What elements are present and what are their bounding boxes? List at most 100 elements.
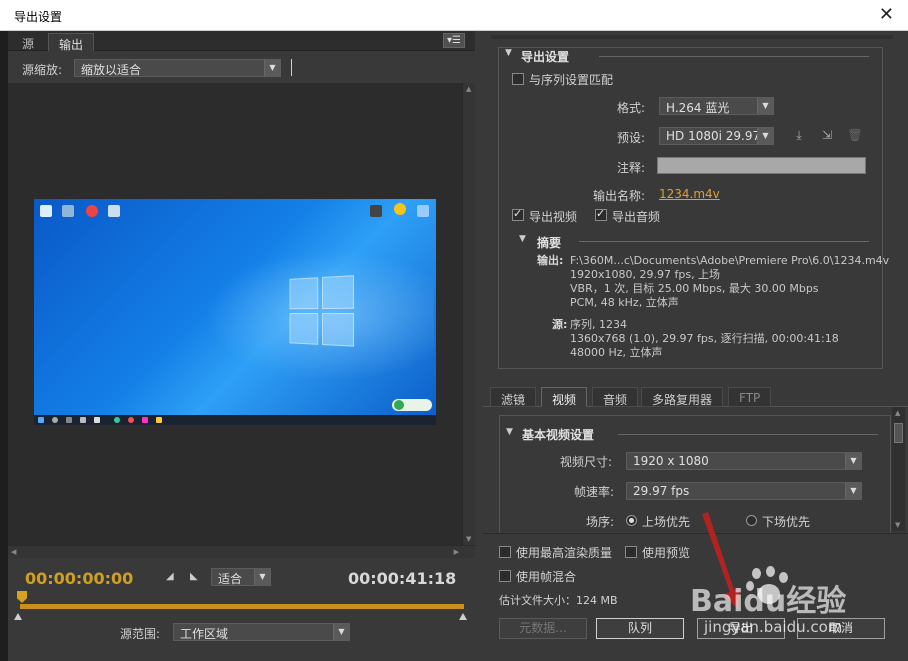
search-icon — [52, 417, 58, 423]
tray-widget — [392, 399, 432, 411]
summary-output-line: PCM, 48 kHz, 立体声 — [570, 296, 679, 309]
preset-label: 预设: — [617, 131, 646, 145]
close-icon[interactable]: ✕ — [879, 4, 894, 25]
comment-input[interactable] — [657, 157, 866, 174]
settings-tabs: 滤镜 视频 音频 多路复用器 FTP — [483, 385, 908, 407]
export-video-label: 导出视频 — [529, 210, 578, 224]
summary-source-line: 1360x768 (1.0), 29.97 fps, 逐行扫描, 00:00:4… — [570, 332, 839, 345]
chevron-down-icon: ▼ — [264, 60, 280, 76]
collapse-icon[interactable]: ▼ — [505, 48, 512, 58]
tab-source[interactable]: 源 — [12, 33, 44, 51]
settings-scrollbar[interactable]: ▲ ▼ — [892, 407, 905, 531]
upper-field-first-label: 上场优先 — [642, 515, 691, 529]
lower-field-first-radio[interactable] — [746, 515, 757, 526]
preview-panel: 源 输出 ▾☰ 源缩放: 缩放以适合 ▼ ▲ ▼ ◀ ▶ 00:00:00:00… — [8, 31, 475, 661]
field-order-label: 场序: — [586, 515, 615, 529]
queue-button[interactable]: 队列 — [596, 618, 684, 639]
summary-title: 摘要 — [537, 236, 562, 250]
baidu-url-text: jingyan.baidu.com — [704, 618, 843, 636]
export-audio-checkbox[interactable] — [595, 207, 607, 221]
scrollbar-thumb[interactable] — [894, 423, 903, 443]
frame-rate-label: 帧速率: — [574, 485, 615, 499]
preset-value: HD 1080i 29.97 — [666, 129, 761, 143]
desktop-icon — [40, 205, 52, 217]
chevron-down-icon: ▼ — [845, 453, 861, 469]
tab-multiplexer[interactable]: 多路复用器 — [641, 387, 724, 407]
tab-audio[interactable]: 音频 — [592, 387, 639, 407]
set-in-point-icon[interactable]: ◢ — [166, 571, 177, 582]
output-name-link[interactable]: 1234.m4v — [659, 187, 720, 201]
window-title: 导出设置 — [14, 10, 63, 24]
delete-preset-icon[interactable]: 🗑 — [847, 128, 863, 142]
format-select[interactable]: H.264 蓝光 ▼ — [659, 97, 774, 115]
app-icon — [142, 417, 148, 423]
max-render-quality-checkbox[interactable] — [499, 546, 511, 558]
browser-icon — [128, 417, 134, 423]
desktop-icon — [108, 205, 120, 217]
windows-logo-icon — [289, 275, 359, 351]
desktop-icon — [370, 205, 382, 217]
source-range-select[interactable]: 工作区域 ▼ — [173, 623, 350, 641]
estimated-file-size: 估计文件大小：124 MB — [499, 594, 618, 607]
export-video-checkbox[interactable] — [512, 207, 524, 221]
tab-ftp[interactable]: FTP — [728, 387, 772, 407]
fit-value: 适合 — [218, 572, 243, 586]
folder-icon — [156, 417, 162, 423]
tab-video[interactable]: 视频 — [541, 387, 588, 407]
panel-menu-icon[interactable]: ▾☰ — [443, 33, 465, 48]
timecode-current[interactable]: 00:00:00:00 — [25, 569, 133, 588]
chevron-down-icon: ▼ — [333, 624, 349, 640]
match-sequence-label: 与序列设置匹配 — [529, 73, 614, 87]
tab-filters[interactable]: 滤镜 — [490, 387, 537, 407]
browser-icon — [86, 205, 98, 217]
frame-blending-checkbox[interactable] — [499, 570, 511, 582]
baidu-brand-text: Baidu经验 — [690, 584, 847, 619]
format-label: 格式: — [617, 101, 646, 115]
metadata-button[interactable]: 元数据... — [499, 618, 587, 639]
frame-size-select[interactable]: 1920 x 1080 ▼ — [626, 452, 862, 470]
format-value: H.264 蓝光 — [666, 101, 730, 115]
preview-horizontal-scrollbar[interactable]: ◀ ▶ — [8, 545, 475, 558]
video-preview-area — [8, 83, 462, 545]
export-settings-group: ▼ 导出设置 与序列设置匹配 格式: H.264 蓝光 ▼ 预设: HD 108… — [498, 47, 889, 369]
tab-output[interactable]: 输出 — [48, 33, 95, 52]
use-previews-checkbox[interactable] — [625, 546, 637, 558]
summary-output-line: 1920x1080, 29.97 fps, 上场 — [570, 268, 721, 281]
taskview-icon — [66, 417, 72, 423]
taskbar — [34, 415, 436, 425]
source-scale-select[interactable]: 缩放以适合 ▼ — [74, 59, 281, 77]
summary-source-line: 48000 Hz, 立体声 — [570, 346, 663, 359]
out-point-marker[interactable] — [459, 613, 467, 620]
app-icon — [94, 417, 100, 423]
playhead[interactable] — [17, 591, 27, 603]
set-out-point-icon[interactable]: ◣ — [190, 571, 201, 582]
preview-vertical-scrollbar[interactable]: ▲ ▼ — [462, 83, 475, 545]
top-scroll-strip — [491, 35, 893, 39]
frame-rate-select[interactable]: 29.97 fps ▼ — [626, 482, 862, 500]
chevron-down-icon: ▼ — [845, 483, 861, 499]
collapse-icon[interactable]: ▼ — [506, 427, 513, 437]
collapse-icon[interactable]: ▼ — [519, 234, 526, 244]
frame-size-label: 视频尺寸: — [560, 455, 613, 469]
preset-select[interactable]: HD 1080i 29.97 ▼ — [659, 127, 774, 145]
upper-field-first-radio[interactable] — [626, 515, 637, 526]
source-range-value: 工作区域 — [180, 627, 229, 641]
chevron-down-icon: ▼ — [254, 569, 270, 585]
timecode-duration: 00:00:41:18 — [348, 569, 457, 588]
import-preset-icon[interactable]: ⇲ — [819, 128, 835, 142]
chevron-down-icon: ▼ — [757, 98, 773, 114]
video-frame-thumbnail — [34, 199, 436, 425]
desktop-icon — [394, 203, 406, 215]
summary-output-label: 输出: — [537, 254, 564, 267]
save-preset-icon[interactable]: ⤓ — [791, 128, 807, 142]
divider — [618, 434, 878, 435]
summary-output-line: VBR，1 次, 目标 25.00 Mbps, 最大 30.00 Mbps — [570, 282, 819, 295]
summary-source-label: 源: — [552, 318, 568, 331]
timeline-bar[interactable] — [20, 604, 464, 609]
comment-label: 注释: — [617, 161, 646, 175]
match-sequence-checkbox[interactable] — [512, 73, 524, 85]
summary-source-line: 序列, 1234 — [570, 318, 627, 331]
in-point-marker[interactable] — [14, 613, 22, 620]
fit-select[interactable]: 适合 ▼ — [211, 568, 271, 586]
frame-rate-value: 29.97 fps — [633, 484, 690, 498]
